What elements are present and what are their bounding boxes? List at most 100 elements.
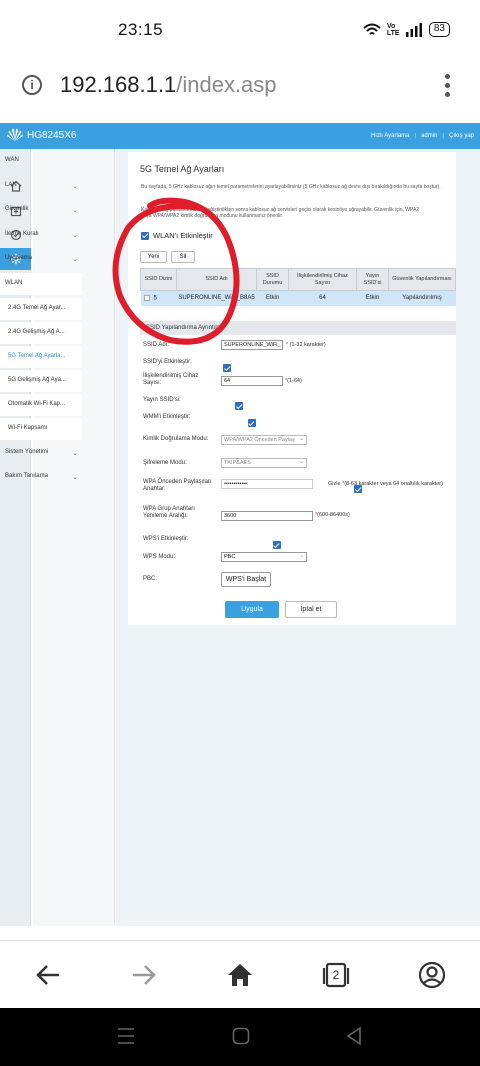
router-logo: HG8245X6 (6, 128, 76, 142)
wifi-icon (363, 23, 381, 35)
table-header-row: SSID Dizini SSID Adı SSID Durumu İlişkil… (140, 268, 456, 291)
chevron-down-icon: ⌄ (72, 183, 78, 190)
table-header: SSID Dizini (140, 268, 177, 291)
chevron-down-icon: ⌄ (298, 459, 304, 465)
logout-link[interactable]: Çıkış yap (449, 133, 474, 139)
nav-item-wan[interactable]: WAN (0, 157, 82, 163)
header-links: Hızlı Ayarlama | admin | Çıkış yap (370, 133, 474, 139)
chevron-down-icon: ⌄ (72, 232, 78, 239)
nav-label: 5G Gelişmiş Ağ Aya... (8, 377, 66, 383)
hide-psk-label: Gizle (328, 481, 341, 487)
nav-item-wlan[interactable]: WLAN (0, 273, 82, 295)
nav-item-application[interactable]: Uygulama ⌄ (0, 255, 82, 263)
rekey-input[interactable]: 3600 (221, 511, 313, 521)
system-home-icon[interactable] (232, 1026, 250, 1051)
home-icon[interactable] (225, 960, 255, 990)
url-text[interactable]: 192.168.1.1/index.asp (60, 72, 277, 98)
ssid-table: SSID Dizini SSID Adı SSID Durumu İlişkil… (140, 268, 456, 306)
nav-item-24g-basic[interactable]: 2.4G Temel Ağ Ayar... (0, 298, 82, 320)
page-note: Kablosuz ağ parametrelerini değiştirdikt… (141, 207, 420, 219)
chevron-down-icon: ⌄ (72, 207, 78, 214)
auth-mode-select[interactable]: WPA/WPA2 Önceden Paylaş ⌄ (221, 435, 307, 445)
nav-label: Wi-Fi Kapsamı (8, 425, 48, 431)
router-brand: HG8245X6 (27, 129, 77, 141)
ssid-name-label: SSID Adı: (143, 342, 170, 348)
table-cell: Etkin (356, 290, 389, 306)
wps-mode-label: WPS Modu: (143, 554, 176, 560)
wlan-enable-checkbox[interactable] (141, 231, 149, 240)
tabs-icon[interactable]: 2 (321, 960, 351, 990)
nav-label: Sistem Yönetimi (5, 449, 49, 455)
tab-count: 2 (332, 968, 340, 982)
table-header: Güvenlik Yapılandırması (388, 268, 456, 291)
forward-arrow-icon[interactable] (129, 960, 159, 990)
nav-item-security[interactable]: Güvenlik ⌄ (0, 206, 82, 214)
nav-item-5g-advanced[interactable]: 5G Gelişmiş Ağ Aya... (0, 370, 82, 392)
encryption-select[interactable]: TKIP&AES ⌄ (221, 458, 307, 468)
auth-mode-label: Kimlik Doğrulama Modu: (143, 436, 209, 442)
rekey-hint: (600-86400s) (317, 512, 350, 518)
kebab-menu-icon[interactable] (443, 74, 451, 100)
back-arrow-icon[interactable] (33, 960, 63, 990)
broadcast-ssid-label: Yayın SSID'si: (143, 397, 181, 403)
page-bottom-gap (0, 926, 480, 940)
nav-label: 2.4G Temel Ağ Ayar... (8, 305, 66, 311)
assoc-devices-input[interactable]: 64 (221, 376, 283, 386)
cancel-button[interactable]: İptal et (285, 601, 337, 618)
psk-hint-wrap: Gizle *(8-63 karakter veya 64 onaltılık … (328, 481, 443, 487)
table-cell: Yapılandırılmış (388, 290, 456, 306)
nav-item-5g-basic[interactable]: 5G Temel Ağ Ayarla... (0, 346, 82, 368)
nav-label: WLAN (5, 280, 23, 286)
status-time: 23:15 (118, 20, 164, 39)
ssid-name-hint-wrap: * (1-32 karakter) (286, 342, 326, 348)
start-wps-button[interactable]: WPS'i Başlat (221, 572, 271, 587)
wps-enable-label: WPS'i Etkinleştir: (143, 536, 189, 542)
nav-label: 5G Temel Ağ Ayarla... (8, 353, 66, 359)
wmm-label: WMM'i Etkinleştir: (143, 414, 191, 420)
psk-label: WPA Önceden Paylaşılan Anahtar: (143, 479, 212, 492)
ssid-name-hint: (1-32 karakter) (289, 342, 326, 348)
nav-label: LAN (5, 182, 17, 188)
wps-mode-value: PBC (224, 554, 236, 560)
rekey-label: WPA Grup Anahtarı Yenileme Aralığı: (143, 506, 195, 519)
enable-ssid-checkbox[interactable] (223, 364, 231, 372)
profile-icon[interactable] (417, 960, 447, 990)
nav-label: WAN (5, 157, 19, 163)
table-header: Yayın SSID'si (356, 268, 389, 291)
system-back-icon[interactable] (345, 1026, 363, 1051)
encryption-label: Şifreleme Modu: (143, 460, 187, 466)
table-header: SSID Durumu (256, 268, 289, 291)
apply-button[interactable]: Uygula (225, 601, 279, 618)
nav-item-maintenance[interactable]: Bakım Tanılama ⌄ (0, 473, 82, 481)
recents-icon[interactable] (117, 1026, 135, 1051)
status-icons: Vo LTE 83 (363, 22, 450, 37)
row-select-checkbox[interactable] (143, 294, 150, 301)
delete-button[interactable]: Sil (171, 251, 195, 263)
table-header: İlişkilendirilmiş Cihaz Sayısı (288, 268, 357, 291)
wps-mode-select[interactable]: PBC ⌄ (221, 552, 307, 562)
wps-enable-checkbox[interactable] (272, 541, 281, 549)
nav-item-auto-wifi[interactable]: Otomatik Wi-Fi Kap... (0, 394, 82, 416)
router-nav (33, 149, 115, 926)
table-row[interactable]: 5 SUPERONLINE_WiFi_B8A5 Etkin 64 Etkin Y… (140, 290, 456, 306)
ssid-name-input[interactable]: SUPERONLINE_WiFi_ (221, 340, 283, 350)
assoc-devices-label: İlişkilendirilmiş Cihaz Sayısı: (143, 373, 199, 386)
admin-link[interactable]: admin (421, 133, 437, 139)
psk-input[interactable]: •••••••••••• (221, 479, 313, 489)
info-icon[interactable]: i (22, 75, 42, 95)
nav-item-24g-advanced[interactable]: 2.4G Gelişmiş Ağ A... (0, 322, 82, 344)
nav-item-wifi-coverage[interactable]: Wi-Fi Kapsamı (0, 418, 82, 440)
wmm-checkbox[interactable] (247, 419, 256, 427)
rekey-hint-wrap: *(600-86400s) (315, 512, 350, 518)
table-header: SSID Adı (176, 268, 257, 291)
quick-setup-link[interactable]: Hızlı Ayarlama (371, 133, 410, 139)
chevron-down-icon: ⌄ (298, 553, 304, 559)
nav-item-forwarding[interactable]: İletme Kuralı ⌄ (0, 231, 82, 239)
table-cell: SUPERONLINE_WiFi_B8A5 (176, 290, 257, 306)
nav-item-system[interactable]: Sistem Yönetimi ⌄ (0, 449, 82, 457)
broadcast-ssid-checkbox[interactable] (235, 402, 244, 410)
new-button[interactable]: Yeni (140, 251, 167, 263)
nav-label: 2.4G Gelişmiş Ağ A... (8, 329, 65, 335)
nav-item-lan[interactable]: LAN ⌄ (0, 182, 82, 190)
nav-label: Bakım Tanılama (5, 473, 48, 479)
